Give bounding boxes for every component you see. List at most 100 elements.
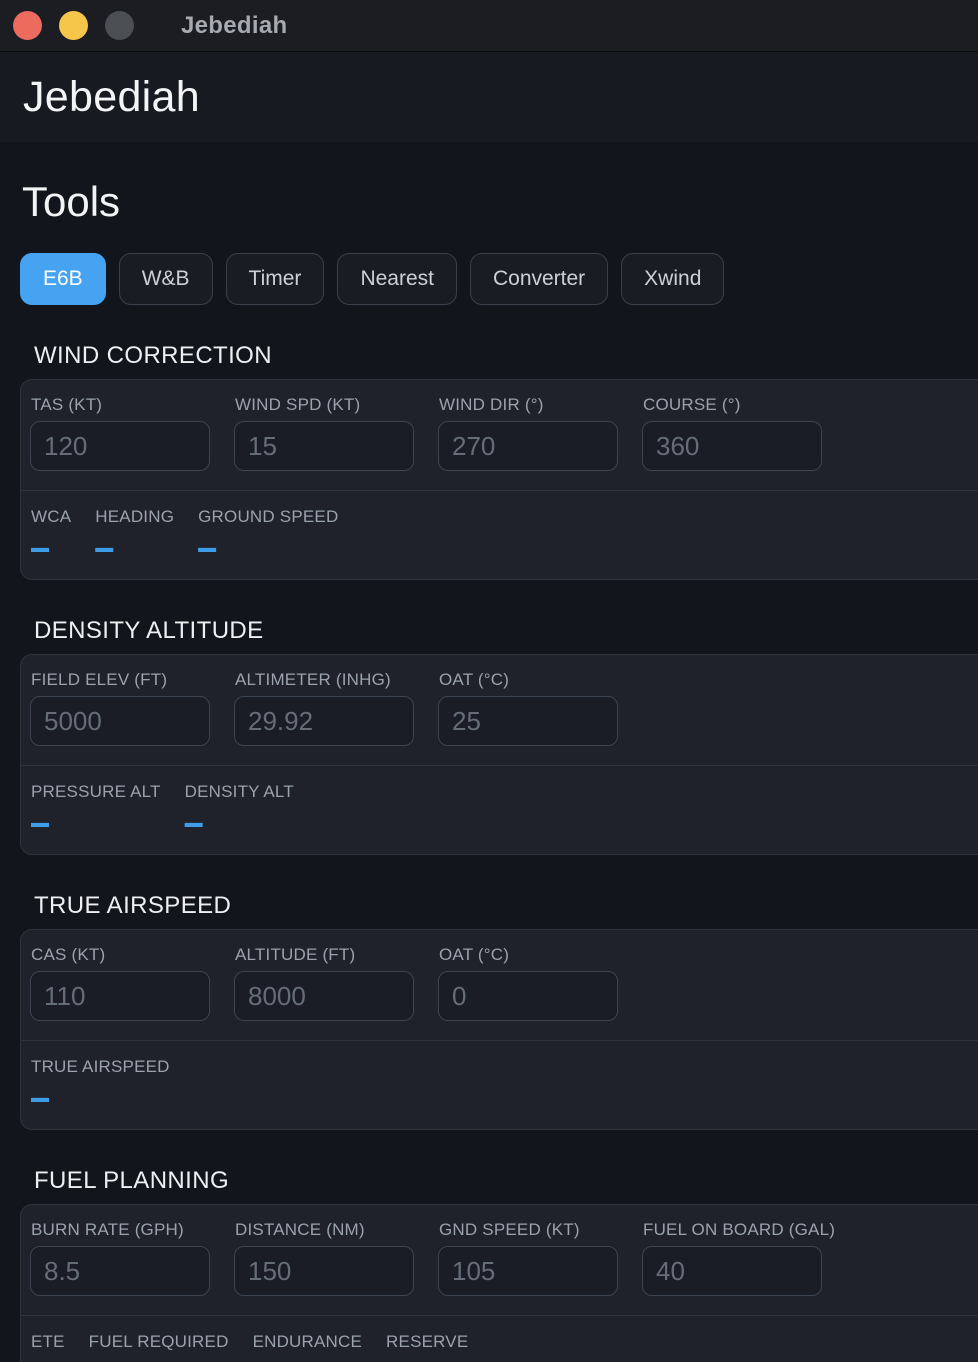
field-label: WIND SPD (KT) [235, 395, 414, 415]
result-reserve: RESERVE — [386, 1332, 468, 1362]
cas-input[interactable] [30, 971, 210, 1021]
course-input[interactable] [642, 421, 822, 471]
window-titlebar: Jebediah [0, 0, 978, 52]
field-label: CAS (KT) [31, 945, 210, 965]
field-label: OAT (°C) [439, 670, 618, 690]
wind-direction-input[interactable] [438, 421, 618, 471]
result-fuel-required: FUEL REQUIRED — [89, 1332, 229, 1362]
result-value-dash: — [89, 1356, 107, 1362]
wind-speed-input[interactable] [234, 421, 414, 471]
result-value-dash: — [31, 806, 49, 838]
section-density-altitude: DENSITY ALTITUDE FIELD ELEV (FT) ALTIMET… [0, 617, 978, 855]
section-fuel-planning: FUEL PLANNING BURN RATE (GPH) DISTANCE (… [0, 1167, 978, 1362]
wind-correction-panel: TAS (KT) WIND SPD (KT) WIND DIR (°) COUR… [20, 379, 978, 580]
oat-input[interactable] [438, 696, 618, 746]
field-elevation-input[interactable] [30, 696, 210, 746]
tab-wb[interactable]: W&B [119, 253, 213, 305]
minimize-window-button[interactable] [59, 11, 88, 40]
altitude-input[interactable] [234, 971, 414, 1021]
tas-input[interactable] [30, 421, 210, 471]
field-label: WIND DIR (°) [439, 395, 618, 415]
result-value-dash: — [95, 531, 113, 563]
tab-nearest[interactable]: Nearest [337, 253, 457, 305]
result-wca: WCA — [31, 507, 71, 558]
field: WIND DIR (°) [438, 388, 618, 471]
field: FIELD ELEV (FT) [30, 663, 210, 746]
field-label: ALTIMETER (INHG) [235, 670, 414, 690]
result-value-dash: — [386, 1356, 404, 1362]
field: CAS (KT) [30, 938, 210, 1021]
field-label: BURN RATE (GPH) [31, 1220, 210, 1240]
result-label: PRESSURE ALT [31, 782, 161, 802]
result-density-alt: DENSITY ALT — [185, 782, 294, 833]
tool-tabs: E6B W&B Timer Nearest Converter Xwind [20, 253, 978, 305]
density-altitude-results: PRESSURE ALT — DENSITY ALT — [21, 765, 978, 854]
field-label: COURSE (°) [643, 395, 822, 415]
field-label: OAT (°C) [439, 945, 618, 965]
result-label: GROUND SPEED [198, 507, 338, 527]
field-label: FUEL ON BOARD (GAL) [643, 1220, 822, 1240]
section-title: DENSITY ALTITUDE [34, 617, 978, 645]
result-value-dash: — [198, 531, 216, 563]
result-value-dash: — [31, 1081, 49, 1113]
field-label: DISTANCE (NM) [235, 1220, 414, 1240]
result-value-dash: — [31, 1356, 49, 1362]
field: FUEL ON BOARD (GAL) [642, 1213, 822, 1296]
app-title: Jebediah [23, 73, 200, 122]
field-label: FIELD ELEV (FT) [31, 670, 210, 690]
true-airspeed-panel: CAS (KT) ALTITUDE (FT) OAT (°C) TRUE AIR… [20, 929, 978, 1130]
section-title: FUEL PLANNING [34, 1167, 978, 1195]
ground-speed-input[interactable] [438, 1246, 618, 1296]
burn-rate-input[interactable] [30, 1246, 210, 1296]
fullscreen-window-button[interactable] [105, 11, 134, 40]
result-value-dash: — [185, 806, 203, 838]
result-label: FUEL REQUIRED [89, 1332, 229, 1352]
tab-converter[interactable]: Converter [470, 253, 608, 305]
section-true-airspeed: TRUE AIRSPEED CAS (KT) ALTITUDE (FT) OAT… [0, 892, 978, 1130]
tas-oat-input[interactable] [438, 971, 618, 1021]
wind-correction-results: WCA — HEADING — GROUND SPEED — [21, 490, 978, 579]
fuel-planning-results: ETE — FUEL REQUIRED — ENDURANCE — RESERV… [21, 1315, 978, 1362]
field: OAT (°C) [438, 663, 618, 746]
main-content: Tools E6B W&B Timer Nearest Converter Xw… [0, 142, 978, 1362]
fuel-planning-inputs: BURN RATE (GPH) DISTANCE (NM) GND SPEED … [21, 1205, 978, 1315]
section-title: WIND CORRECTION [34, 342, 978, 370]
tab-xwind[interactable]: Xwind [621, 253, 724, 305]
fuel-planning-panel: BURN RATE (GPH) DISTANCE (NM) GND SPEED … [20, 1204, 978, 1362]
field: COURSE (°) [642, 388, 822, 471]
field: ALTITUDE (FT) [234, 938, 414, 1021]
tab-e6b[interactable]: E6B [20, 253, 106, 305]
true-airspeed-inputs: CAS (KT) ALTITUDE (FT) OAT (°C) [21, 930, 978, 1040]
field: GND SPEED (KT) [438, 1213, 618, 1296]
tab-timer[interactable]: Timer [226, 253, 325, 305]
tools-heading: Tools [22, 178, 978, 226]
result-value-dash: — [253, 1356, 271, 1362]
true-airspeed-results: TRUE AIRSPEED — [21, 1040, 978, 1129]
result-endurance: ENDURANCE — [253, 1332, 362, 1362]
field: TAS (KT) [30, 388, 210, 471]
density-altitude-panel: FIELD ELEV (FT) ALTIMETER (INHG) OAT (°C… [20, 654, 978, 855]
field-label: TAS (KT) [31, 395, 210, 415]
result-label: TRUE AIRSPEED [31, 1057, 170, 1077]
density-altitude-inputs: FIELD ELEV (FT) ALTIMETER (INHG) OAT (°C… [21, 655, 978, 765]
field-label: ALTITUDE (FT) [235, 945, 414, 965]
window-title: Jebediah [181, 12, 287, 40]
section-wind-correction: WIND CORRECTION TAS (KT) WIND SPD (KT) W… [0, 342, 978, 580]
app-header: Jebediah [0, 52, 978, 142]
field-label: GND SPEED (KT) [439, 1220, 618, 1240]
section-title: TRUE AIRSPEED [34, 892, 978, 920]
close-window-button[interactable] [13, 11, 42, 40]
field: DISTANCE (NM) [234, 1213, 414, 1296]
wind-correction-inputs: TAS (KT) WIND SPD (KT) WIND DIR (°) COUR… [21, 380, 978, 490]
field: WIND SPD (KT) [234, 388, 414, 471]
result-ete: ETE — [31, 1332, 65, 1362]
altimeter-input[interactable] [234, 696, 414, 746]
field: OAT (°C) [438, 938, 618, 1021]
result-true-airspeed: TRUE AIRSPEED — [31, 1057, 170, 1108]
field: ALTIMETER (INHG) [234, 663, 414, 746]
result-heading: HEADING — [95, 507, 174, 558]
fuel-on-board-input[interactable] [642, 1246, 822, 1296]
result-ground-speed: GROUND SPEED — [198, 507, 338, 558]
distance-input[interactable] [234, 1246, 414, 1296]
result-pressure-alt: PRESSURE ALT — [31, 782, 161, 833]
